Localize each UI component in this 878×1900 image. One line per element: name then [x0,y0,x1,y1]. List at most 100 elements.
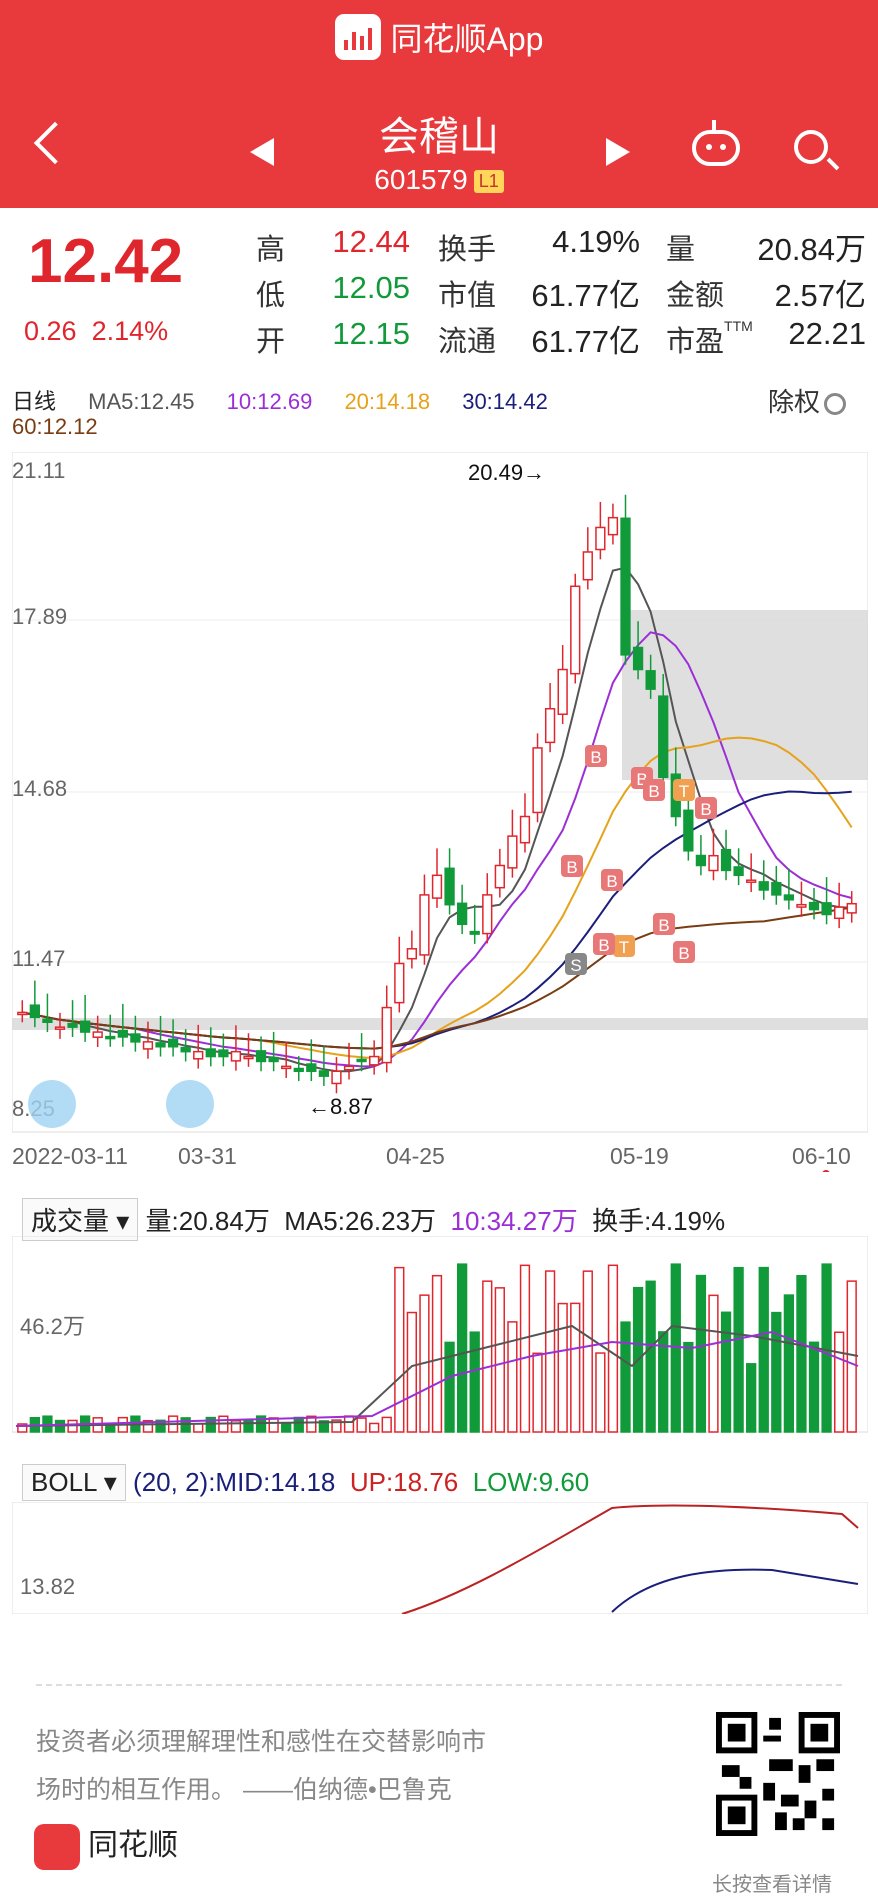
boll-mid: MID:14.18 [215,1467,336,1497]
candle-body [733,866,744,877]
volume-chart[interactable]: 46.2万 [12,1236,868,1436]
x-tick-label: 06-10 [792,1143,851,1169]
candle-body [444,867,455,906]
candle-body [356,1058,367,1063]
footer-brand: 同花顺 [34,1820,178,1871]
open-value: 12.15 [332,316,410,351]
candle-body [620,517,631,656]
boll-up: UP:18.76 [349,1467,459,1497]
candle-body [230,1050,242,1062]
candle-body [218,1049,229,1058]
volume-bar [683,1341,694,1433]
signal-letter: B [566,858,577,877]
x-tick-label: 2022-03-11 [12,1143,128,1169]
candle-body [582,551,593,581]
event-bubble-icon[interactable] [28,1080,76,1128]
candle-body [494,864,505,889]
candle-body [193,1050,204,1060]
volume-bar [808,1341,820,1433]
candle-body [708,854,719,872]
x-tick-label: 04-25 [386,1143,445,1169]
app-logo-icon [334,14,381,60]
candle-body [658,695,669,779]
volume-bar [343,1415,355,1433]
y-tick-label: 21.11 [12,458,65,483]
vol-turnover: 换手:4.19% [592,1206,726,1236]
ma-bar: 日线 MA5:12.45 10:12.69 20:14.18 30:14.42 [12,384,574,416]
candle-body [544,707,556,744]
float-value: 61.77亿 [531,324,640,359]
next-stock-icon[interactable] [606,138,630,166]
search-icon[interactable] [794,130,828,164]
boll-selector[interactable]: BOLL ▾ [22,1464,126,1501]
candle-body [519,815,531,844]
candle-body [92,1031,103,1038]
candle-body [758,881,769,891]
candle-body [268,1056,279,1063]
qr-code-icon[interactable] [716,1712,840,1836]
turnover-label: 换手 [438,234,497,266]
brand-logo-icon [34,1824,80,1871]
period-label[interactable]: 日线 [12,389,56,414]
candle-body [846,902,857,914]
volume-bar [431,1274,443,1433]
candle-body [406,948,418,960]
robot-assistant-icon[interactable] [692,120,740,166]
volume-selector[interactable]: 成交量 ▾ [22,1198,139,1241]
ma5-label: MA5:12.45 [88,389,195,414]
event-bubble-icon[interactable] [166,1080,214,1128]
vol-value: 量:20.84万 [145,1206,270,1236]
volume-bar [243,1419,254,1433]
candle-body [771,881,782,896]
open-label: 开 [256,326,286,358]
gear-icon[interactable] [824,393,847,416]
fuquan-toggle[interactable]: 除权 [768,382,847,419]
candle-body [306,1063,317,1073]
kline-chart[interactable]: 21.11 17.89 14.68 11.47 8.25 20.49→ ←8.8… [12,452,868,1172]
volume-bar [406,1311,418,1433]
candle-body [746,879,757,883]
volume-bar [507,1321,518,1433]
signal-letter: B [648,782,659,801]
candle-body [117,1029,128,1038]
candle-body [783,894,795,901]
volume-bar [293,1416,304,1433]
candle-body [431,874,443,899]
footer-quote-line2: 场时的相互作用。 ——伯纳德•巴鲁克 [36,1776,452,1804]
boll-frame [12,1502,868,1614]
volume-bar [645,1280,656,1433]
candle-body [557,668,568,715]
volume-bar [494,1287,505,1433]
signal-letter: B [606,872,617,891]
fuquan-label: 除权 [768,387,821,417]
volume-bar [519,1264,531,1433]
candle-body [243,1055,254,1060]
candle-body [42,1018,53,1024]
mktcap-value: 61.77亿 [531,278,640,313]
signal-letter: B [700,800,711,819]
volume-bar [796,1274,807,1433]
change-pct: 2.14% [91,316,169,346]
footer-quote: 投资者必须理解理性和感性在交替影响市 场时的相互作用。 ——伯纳德•巴鲁克 [36,1718,596,1814]
volume-bar [570,1302,581,1433]
candle-body [105,1035,116,1040]
ma30-line [22,790,852,1050]
y-tick-label: 14.68 [12,776,67,801]
signal-letter: B [678,944,689,963]
ma60-label: 60:12.12 [12,414,98,439]
volume-bar [670,1263,681,1433]
top-bar: 同花顺App 会稽山 601579 L1 [0,0,878,208]
volume-bar [595,1352,606,1433]
high-value: 12.44 [332,224,410,259]
candle-body [54,1026,66,1030]
candle-body [394,962,405,1004]
candle-body [167,1038,179,1048]
boll-chart[interactable]: 13.82 [12,1502,868,1614]
volume-bar [733,1266,744,1433]
volume-bar [821,1263,832,1433]
candle-body [796,903,807,908]
candle-body [632,646,644,671]
y-tick-label: 11.47 [12,946,65,971]
vol-y-label: 46.2万 [20,1314,85,1339]
boll-low: LOW:9.60 [472,1467,590,1497]
